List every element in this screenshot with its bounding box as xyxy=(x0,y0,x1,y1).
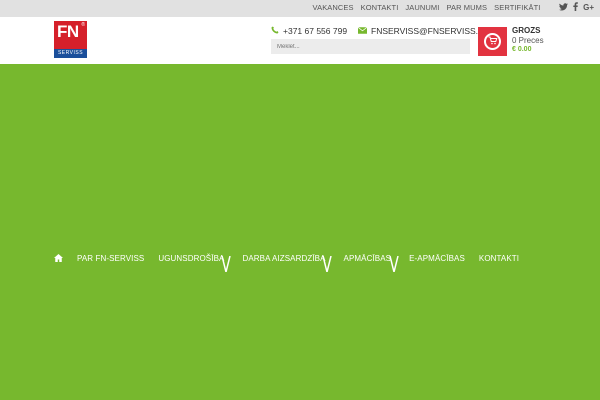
nav-label: E-APMĀCĪBAS xyxy=(409,254,465,263)
facebook-icon[interactable] xyxy=(573,2,578,13)
top-links: VAKANCES KONTAKTI JAUNUMI PAR MUMS SERTI… xyxy=(309,3,544,12)
top-link-kontakti[interactable]: KONTAKTI xyxy=(357,3,402,12)
logo-registered-mark: ® xyxy=(81,22,85,28)
nav-item-e-apmacibas[interactable]: E-APMĀCĪBAS xyxy=(409,254,465,278)
top-link-jaunumi[interactable]: JAUNUMI xyxy=(402,3,443,12)
nav-label: UGUNSDROŠĪBA xyxy=(158,254,225,263)
top-utility-bar: VAKANCES KONTAKTI JAUNUMI PAR MUMS SERTI… xyxy=(0,0,600,17)
envelope-icon xyxy=(357,26,368,36)
site-header: FN ® SERVISS +371 67 556 799 FNSERVISS@F… xyxy=(0,17,600,64)
cart-icon xyxy=(488,36,498,47)
email-contact[interactable]: FNSERVISS@FNSERVISS.LV xyxy=(357,26,488,36)
dropdown-chevron-icon xyxy=(221,255,232,273)
email-address: FNSERVISS@FNSERVISS.LV xyxy=(371,26,488,36)
nav-home[interactable] xyxy=(54,254,63,278)
cart-title: GROZS xyxy=(512,26,541,35)
nav-label: PAR FN-SERVISS xyxy=(77,254,145,263)
nav-item-ugunsdrosiba[interactable]: UGUNSDROŠĪBA xyxy=(158,254,232,278)
search-input[interactable] xyxy=(271,39,470,54)
nav-item-par-fn-serviss[interactable]: PAR FN-SERVISS xyxy=(77,254,144,278)
cart-button[interactable] xyxy=(478,27,507,56)
logo-sub-text: SERVISS xyxy=(54,49,87,58)
top-link-sertifikati[interactable]: SERTIFIKĀTI xyxy=(491,3,544,12)
nav-label: APMĀCĪBAS xyxy=(343,254,392,263)
home-icon xyxy=(54,254,63,264)
cart-icon-circle xyxy=(484,33,501,50)
phone-icon xyxy=(271,26,279,36)
top-link-par-mums[interactable]: PAR MUMS xyxy=(443,3,491,12)
nav-label: KONTAKTI xyxy=(478,254,520,263)
cart-summary[interactable]: GROZS 0 Preces € 0.00 xyxy=(512,26,544,53)
logo-main-text: FN xyxy=(57,22,79,41)
dropdown-chevron-icon xyxy=(388,255,399,273)
twitter-icon[interactable] xyxy=(559,2,569,13)
dropdown-chevron-icon xyxy=(322,255,333,273)
top-link-vakances[interactable]: VAKANCES xyxy=(309,3,357,12)
nav-item-kontakti[interactable]: KONTAKTI xyxy=(479,254,519,278)
cart-price: € 0.00 xyxy=(512,46,532,53)
main-nav: PAR FN-SERVISS UGUNSDROŠĪBA DARBA AIZSAR… xyxy=(54,254,533,278)
social-links: G+ xyxy=(559,2,594,13)
cart-count: 0 Preces xyxy=(512,36,544,45)
nav-label: DARBA AIZSARDZĪBA xyxy=(242,254,326,263)
phone-contact[interactable]: +371 67 556 799 xyxy=(271,26,347,36)
nav-item-darba-aizsardziba[interactable]: DARBA AIZSARDZĪBA xyxy=(242,254,333,278)
nav-item-apmacibas[interactable]: APMĀCĪBAS xyxy=(343,254,399,278)
google-plus-icon[interactable]: G+ xyxy=(583,3,594,12)
phone-number: +371 67 556 799 xyxy=(283,26,348,36)
fn-serviss-logo[interactable]: FN ® SERVISS xyxy=(54,21,87,58)
